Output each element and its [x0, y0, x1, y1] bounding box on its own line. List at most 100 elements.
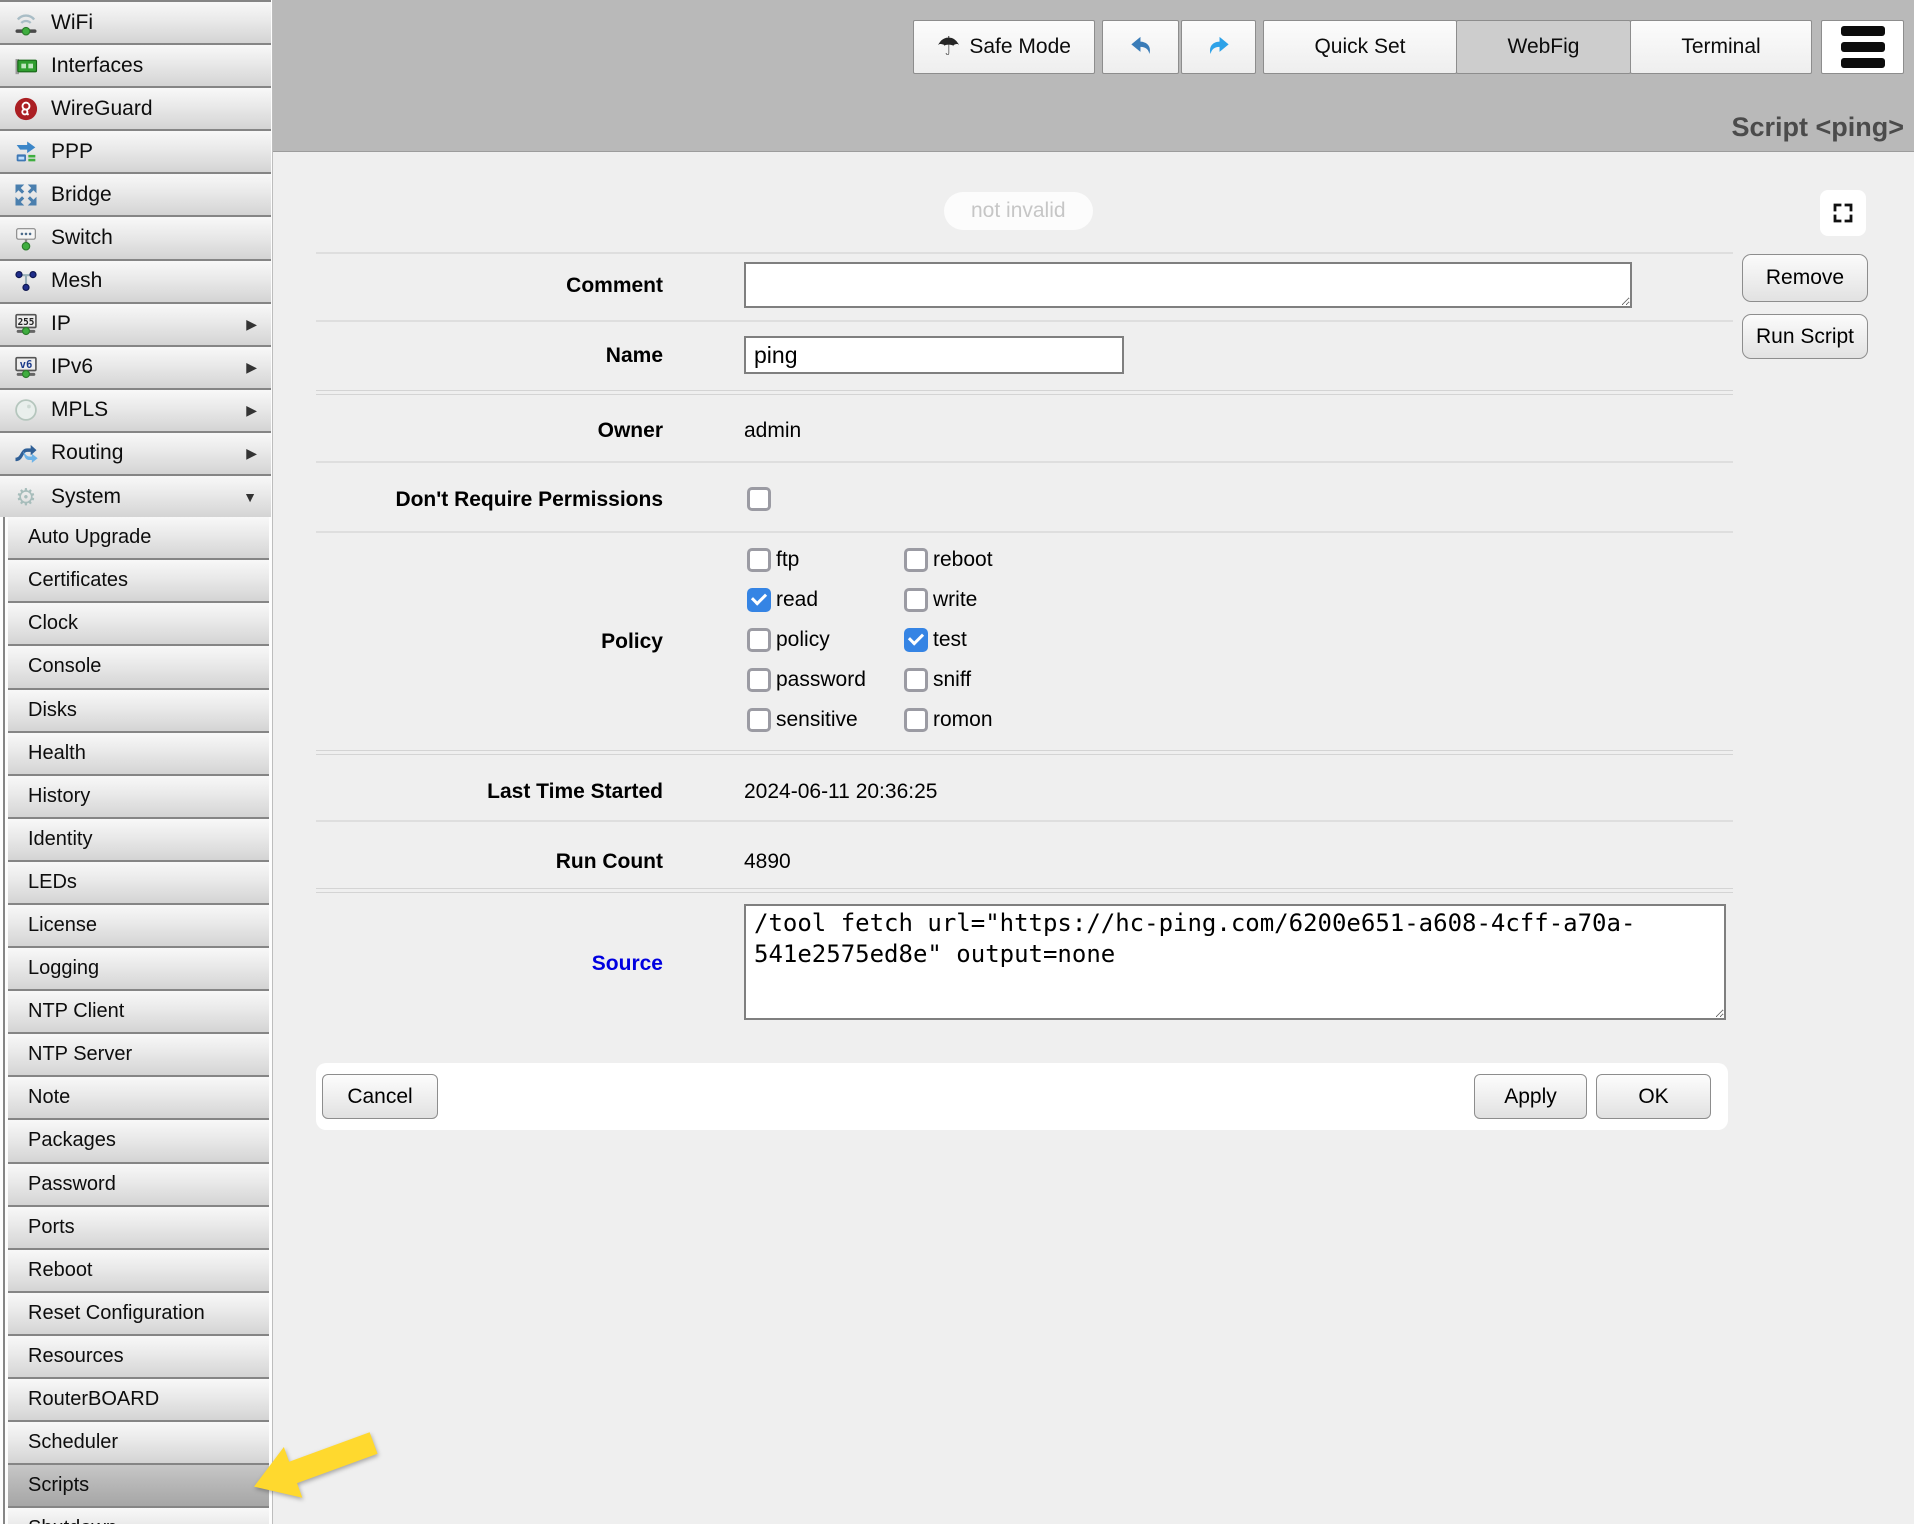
checkbox[interactable]: [747, 628, 771, 652]
sidebar-subitem-label: Reset Configuration: [28, 1302, 205, 1325]
sidebar-item-disks[interactable]: Disks: [8, 690, 269, 731]
checkbox[interactable]: [747, 588, 771, 612]
run-script-button[interactable]: Run Script: [1742, 314, 1868, 359]
sidebar-item-auto-upgrade[interactable]: Auto Upgrade: [8, 517, 269, 558]
remove-button[interactable]: Remove: [1742, 254, 1868, 302]
ok-button[interactable]: OK: [1596, 1074, 1711, 1119]
policy-option-write[interactable]: write: [904, 588, 993, 612]
hamburger-menu-button[interactable]: [1821, 20, 1904, 74]
policy-option-sniff[interactable]: sniff: [904, 668, 993, 692]
checkbox[interactable]: [747, 668, 771, 692]
sidebar-item-console[interactable]: Console: [8, 646, 269, 687]
redo-button[interactable]: [1181, 20, 1256, 74]
policy-option-sensitive[interactable]: sensitive: [747, 708, 904, 732]
owner-value: admin: [744, 419, 801, 443]
sidebar-item-ipv6[interactable]: v6 IPv6 ▶: [0, 347, 271, 388]
dont-require-permissions-checkbox[interactable]: [747, 487, 771, 511]
sidebar-item-ppp[interactable]: PPP: [0, 131, 271, 172]
source-input[interactable]: /tool fetch url="https://hc-ping.com/620…: [744, 904, 1726, 1020]
policy-option-ftp[interactable]: ftp: [747, 548, 904, 572]
sidebar-item-routing[interactable]: Routing ▶: [0, 433, 271, 474]
sidebar-item-password[interactable]: Password: [8, 1164, 269, 1205]
checkbox[interactable]: [904, 668, 928, 692]
sidebar-item-packages[interactable]: Packages: [8, 1120, 269, 1161]
sidebar-subitem-label: Console: [28, 655, 101, 678]
chevron-icon: ▼: [243, 489, 257, 505]
bridge-icon: [11, 180, 41, 210]
sidebar-item-reset-configuration[interactable]: Reset Configuration: [8, 1293, 269, 1334]
sidebar-item-ntp-client[interactable]: NTP Client: [8, 991, 269, 1032]
system-icon: ⚙: [11, 482, 41, 512]
main-area: ☂ Safe Mode Quick Set WebFig Terminal Sc…: [273, 0, 1914, 1524]
sidebar-item-label: System: [51, 485, 121, 509]
page-title: Script <ping>: [1731, 112, 1904, 143]
checkbox[interactable]: [747, 548, 771, 572]
sidebar-item-identity[interactable]: Identity: [8, 819, 269, 860]
undo-button[interactable]: [1102, 20, 1179, 74]
sidebar-item-interfaces[interactable]: Interfaces: [0, 45, 271, 86]
sidebar-item-wifi[interactable]: WiFi: [0, 2, 271, 43]
safe-mode-button[interactable]: ☂ Safe Mode: [913, 20, 1095, 74]
sidebar-subitem-label: Reboot: [28, 1259, 93, 1282]
policy-option-label: ftp: [776, 548, 799, 572]
divider: [316, 754, 1733, 755]
checkbox[interactable]: [747, 708, 771, 732]
sidebar-item-scheduler[interactable]: Scheduler: [8, 1422, 269, 1463]
cancel-button[interactable]: Cancel: [322, 1074, 438, 1119]
sidebar-item-ntp-server[interactable]: NTP Server: [8, 1034, 269, 1075]
sidebar-item-logging[interactable]: Logging: [8, 948, 269, 989]
sidebar-item-routerboard[interactable]: RouterBOARD: [8, 1379, 269, 1420]
top-header: ☂ Safe Mode Quick Set WebFig Terminal Sc…: [273, 0, 1914, 152]
sidebar-subitem-label: Health: [28, 742, 86, 765]
ppp-icon: [11, 137, 41, 167]
checkbox[interactable]: [904, 588, 928, 612]
sidebar-item-shutdown[interactable]: Shutdown: [8, 1508, 269, 1524]
sidebar-item-system[interactable]: ⚙ System ▼: [0, 476, 271, 517]
sidebar-item-reboot[interactable]: Reboot: [8, 1250, 269, 1291]
sidebar-item-license[interactable]: License: [8, 905, 269, 946]
policy-option-label: policy: [776, 628, 830, 652]
sidebar-item-label: IPv6: [51, 355, 93, 379]
sidebar-item-label: Mesh: [51, 269, 102, 293]
sidebar-subitem-label: Password: [28, 1173, 116, 1196]
policy-option-romon[interactable]: romon: [904, 708, 993, 732]
tab-quick-set[interactable]: Quick Set: [1263, 20, 1457, 74]
sidebar-item-clock[interactable]: Clock: [8, 603, 269, 644]
sidebar-item-certificates[interactable]: Certificates: [8, 560, 269, 601]
svg-text:v6: v6: [20, 359, 33, 371]
sidebar-item-history[interactable]: History: [8, 776, 269, 817]
sidebar-item-note[interactable]: Note: [8, 1077, 269, 1118]
policy-option-label: read: [776, 588, 818, 612]
policy-option-test[interactable]: test: [904, 628, 993, 652]
sidebar-item-ip[interactable]: 255 IP ▶: [0, 304, 271, 345]
sidebar-item-bridge[interactable]: Bridge: [0, 174, 271, 215]
checkbox[interactable]: [904, 628, 928, 652]
policy-option-reboot[interactable]: reboot: [904, 548, 993, 572]
policy-option-policy[interactable]: policy: [747, 628, 904, 652]
policy-option-label: romon: [933, 708, 993, 732]
sidebar-item-ports[interactable]: Ports: [8, 1207, 269, 1248]
sidebar-item-wireguard[interactable]: WireGuard: [0, 88, 271, 129]
fullscreen-button[interactable]: [1820, 190, 1866, 236]
checkbox[interactable]: [904, 708, 928, 732]
policy-option-password[interactable]: password: [747, 668, 904, 692]
sidebar-item-health[interactable]: Health: [8, 733, 269, 774]
apply-button[interactable]: Apply: [1474, 1074, 1587, 1119]
sidebar-item-mesh[interactable]: Mesh: [0, 261, 271, 302]
last-time-started-value: 2024-06-11 20:36:25: [744, 780, 937, 804]
sidebar-subitem-label: Logging: [28, 957, 99, 980]
sidebar-item-mpls[interactable]: MPLS ▶: [0, 390, 271, 431]
name-label: Name: [273, 344, 663, 368]
sidebar-item-switch[interactable]: Switch: [0, 217, 271, 258]
policy-option-read[interactable]: read: [747, 588, 904, 612]
divider: [316, 320, 1733, 322]
sidebar-item-scripts[interactable]: Scripts: [8, 1465, 269, 1506]
tab-webfig[interactable]: WebFig: [1456, 20, 1631, 74]
tab-terminal[interactable]: Terminal: [1630, 20, 1812, 74]
comment-input[interactable]: [744, 262, 1632, 308]
chevron-icon: ▶: [246, 402, 257, 419]
checkbox[interactable]: [904, 548, 928, 572]
sidebar-item-resources[interactable]: Resources: [8, 1336, 269, 1377]
name-input[interactable]: [744, 336, 1124, 374]
sidebar-item-leds[interactable]: LEDs: [8, 862, 269, 903]
